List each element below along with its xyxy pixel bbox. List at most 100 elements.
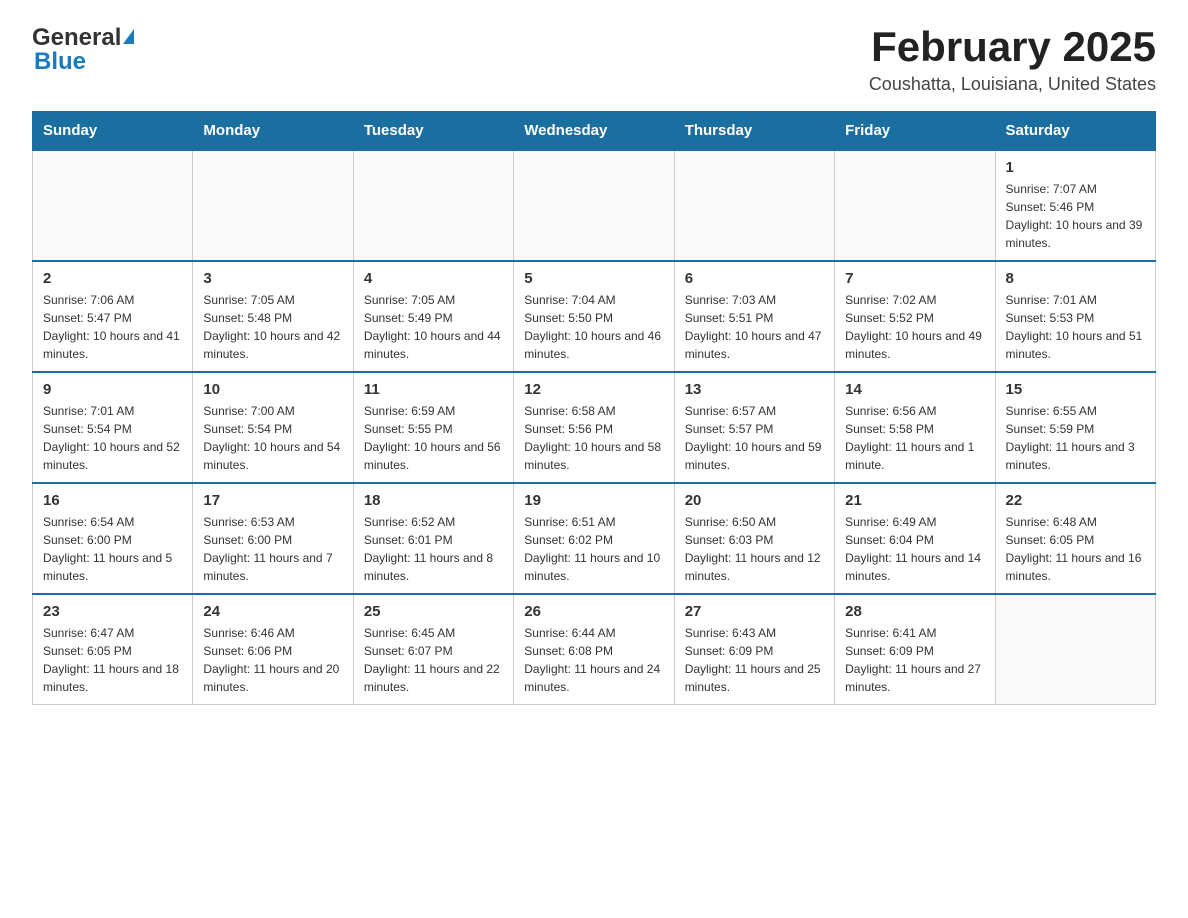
day-number: 8: [1006, 270, 1145, 287]
day-number: 20: [685, 492, 824, 509]
calendar-cell: [674, 150, 834, 261]
day-info: Sunrise: 6:44 AM Sunset: 6:08 PM Dayligh…: [524, 624, 663, 696]
calendar-cell: 24Sunrise: 6:46 AM Sunset: 6:06 PM Dayli…: [193, 594, 353, 705]
calendar-cell: 20Sunrise: 6:50 AM Sunset: 6:03 PM Dayli…: [674, 483, 834, 594]
calendar-header-tuesday: Tuesday: [353, 112, 513, 151]
calendar-cell: 14 Sunrise: 6:56 AM Sunset: 5:58 PM Dayli…: [835, 372, 995, 483]
calendar-header-sunday: Sunday: [33, 112, 193, 151]
day-number: 17: [203, 492, 342, 509]
calendar-cell: 7 Sunrise: 7:02 AM Sunset: 5:52 PM Daylig…: [835, 261, 995, 372]
logo: General Blue: [32, 24, 134, 76]
calendar-cell: 8 Sunrise: 7:01 AM Sunset: 5:53 PM Daylig…: [995, 261, 1155, 372]
calendar-header-monday: Monday: [193, 112, 353, 151]
calendar-cell: 1 Sunrise: 7:07 AM Sunset: 5:46 PM Daylig…: [995, 150, 1155, 261]
day-number: 27: [685, 603, 824, 620]
day-number: 10: [203, 381, 342, 398]
day-info: Sunrise: 6:58 AM Sunset: 5:56 PM Dayligh…: [524, 402, 663, 474]
calendar-cell: 11 Sunrise: 6:59 AM Sunset: 5:55 PM Dayli…: [353, 372, 513, 483]
calendar-cell: [193, 150, 353, 261]
calendar-header-wednesday: Wednesday: [514, 112, 674, 151]
day-info: Sunrise: 7:01 AM Sunset: 5:53 PM Dayligh…: [1006, 291, 1145, 363]
calendar-cell: [514, 150, 674, 261]
day-info: Sunrise: 7:07 AM Sunset: 5:46 PM Dayligh…: [1006, 180, 1145, 252]
day-number: 23: [43, 603, 182, 620]
calendar-cell: 4 Sunrise: 7:05 AM Sunset: 5:49 PM Daylig…: [353, 261, 513, 372]
calendar-week-5: 23 Sunrise: 6:47 AM Sunset: 6:05 PM Dayli…: [33, 594, 1156, 705]
day-info: Sunrise: 6:53 AM Sunset: 6:00 PM Dayligh…: [203, 513, 342, 585]
day-number: 13: [685, 381, 824, 398]
day-info: Sunrise: 6:51 AM Sunset: 6:02 PM Dayligh…: [524, 513, 663, 585]
day-number: 9: [43, 381, 182, 398]
logo-blue-text: Blue: [32, 48, 86, 76]
calendar-cell: 16 Sunrise: 6:54 AM Sunset: 6:00 PM Dayli…: [33, 483, 193, 594]
calendar-cell: 23 Sunrise: 6:47 AM Sunset: 6:05 PM Dayli…: [33, 594, 193, 705]
day-info: Sunrise: 6:57 AM Sunset: 5:57 PM Dayligh…: [685, 402, 824, 474]
day-info: Sunrise: 7:03 AM Sunset: 5:51 PM Dayligh…: [685, 291, 824, 363]
day-number: 19: [524, 492, 663, 509]
calendar-cell: 10Sunrise: 7:00 AM Sunset: 5:54 PM Dayli…: [193, 372, 353, 483]
day-number: 14: [845, 381, 984, 398]
calendar-header-friday: Friday: [835, 112, 995, 151]
day-number: 4: [364, 270, 503, 287]
page-title: February 2025: [869, 24, 1156, 70]
calendar-week-2: 2 Sunrise: 7:06 AM Sunset: 5:47 PM Daylig…: [33, 261, 1156, 372]
calendar-week-3: 9Sunrise: 7:01 AM Sunset: 5:54 PM Daylig…: [33, 372, 1156, 483]
day-number: 26: [524, 603, 663, 620]
calendar-cell: 6 Sunrise: 7:03 AM Sunset: 5:51 PM Daylig…: [674, 261, 834, 372]
page-subtitle: Coushatta, Louisiana, United States: [869, 74, 1156, 95]
day-number: 22: [1006, 492, 1145, 509]
calendar-table: SundayMondayTuesdayWednesdayThursdayFrid…: [32, 111, 1156, 705]
day-info: Sunrise: 6:56 AM Sunset: 5:58 PM Dayligh…: [845, 402, 984, 474]
calendar-cell: 28 Sunrise: 6:41 AM Sunset: 6:09 PM Dayli…: [835, 594, 995, 705]
day-info: Sunrise: 7:05 AM Sunset: 5:49 PM Dayligh…: [364, 291, 503, 363]
day-info: Sunrise: 6:45 AM Sunset: 6:07 PM Dayligh…: [364, 624, 503, 696]
day-number: 25: [364, 603, 503, 620]
day-info: Sunrise: 6:52 AM Sunset: 6:01 PM Dayligh…: [364, 513, 503, 585]
calendar-cell: 2 Sunrise: 7:06 AM Sunset: 5:47 PM Daylig…: [33, 261, 193, 372]
day-info: Sunrise: 6:43 AM Sunset: 6:09 PM Dayligh…: [685, 624, 824, 696]
day-info: Sunrise: 6:47 AM Sunset: 6:05 PM Dayligh…: [43, 624, 182, 696]
calendar-cell: 9Sunrise: 7:01 AM Sunset: 5:54 PM Daylig…: [33, 372, 193, 483]
day-number: 12: [524, 381, 663, 398]
calendar-cell: [353, 150, 513, 261]
calendar-cell: 18 Sunrise: 6:52 AM Sunset: 6:01 PM Dayli…: [353, 483, 513, 594]
day-info: Sunrise: 6:55 AM Sunset: 5:59 PM Dayligh…: [1006, 402, 1145, 474]
day-number: 21: [845, 492, 984, 509]
page-header: General Blue February 2025 Coushatta, Lo…: [32, 24, 1156, 95]
calendar-cell: 21 Sunrise: 6:49 AM Sunset: 6:04 PM Dayli…: [835, 483, 995, 594]
day-number: 5: [524, 270, 663, 287]
calendar-cell: 12 Sunrise: 6:58 AM Sunset: 5:56 PM Dayli…: [514, 372, 674, 483]
calendar-cell: 19 Sunrise: 6:51 AM Sunset: 6:02 PM Dayli…: [514, 483, 674, 594]
day-info: Sunrise: 7:06 AM Sunset: 5:47 PM Dayligh…: [43, 291, 182, 363]
calendar-cell: 26 Sunrise: 6:44 AM Sunset: 6:08 PM Dayli…: [514, 594, 674, 705]
calendar-header-saturday: Saturday: [995, 112, 1155, 151]
day-number: 2: [43, 270, 182, 287]
calendar-cell: 27 Sunrise: 6:43 AM Sunset: 6:09 PM Dayli…: [674, 594, 834, 705]
calendar-week-4: 16 Sunrise: 6:54 AM Sunset: 6:00 PM Dayli…: [33, 483, 1156, 594]
calendar-cell: [995, 594, 1155, 705]
day-info: Sunrise: 6:49 AM Sunset: 6:04 PM Dayligh…: [845, 513, 984, 585]
day-number: 6: [685, 270, 824, 287]
day-info: Sunrise: 7:02 AM Sunset: 5:52 PM Dayligh…: [845, 291, 984, 363]
calendar-cell: [835, 150, 995, 261]
day-number: 11: [364, 381, 503, 398]
calendar-cell: 25 Sunrise: 6:45 AM Sunset: 6:07 PM Dayli…: [353, 594, 513, 705]
calendar-cell: 22 Sunrise: 6:48 AM Sunset: 6:05 PM Dayli…: [995, 483, 1155, 594]
day-info: Sunrise: 6:59 AM Sunset: 5:55 PM Dayligh…: [364, 402, 503, 474]
day-info: Sunrise: 6:48 AM Sunset: 6:05 PM Dayligh…: [1006, 513, 1145, 585]
day-info: Sunrise: 7:05 AM Sunset: 5:48 PM Dayligh…: [203, 291, 342, 363]
calendar-cell: 17 Sunrise: 6:53 AM Sunset: 6:00 PM Dayli…: [193, 483, 353, 594]
day-number: 1: [1006, 159, 1145, 176]
day-number: 16: [43, 492, 182, 509]
day-number: 18: [364, 492, 503, 509]
day-number: 15: [1006, 381, 1145, 398]
calendar-header-thursday: Thursday: [674, 112, 834, 151]
day-info: Sunrise: 6:41 AM Sunset: 6:09 PM Dayligh…: [845, 624, 984, 696]
calendar-cell: 3 Sunrise: 7:05 AM Sunset: 5:48 PM Daylig…: [193, 261, 353, 372]
day-number: 28: [845, 603, 984, 620]
day-info: Sunrise: 7:04 AM Sunset: 5:50 PM Dayligh…: [524, 291, 663, 363]
day-number: 7: [845, 270, 984, 287]
day-info: Sunrise: 6:54 AM Sunset: 6:00 PM Dayligh…: [43, 513, 182, 585]
day-number: 3: [203, 270, 342, 287]
logo-triangle-icon: [123, 29, 134, 44]
